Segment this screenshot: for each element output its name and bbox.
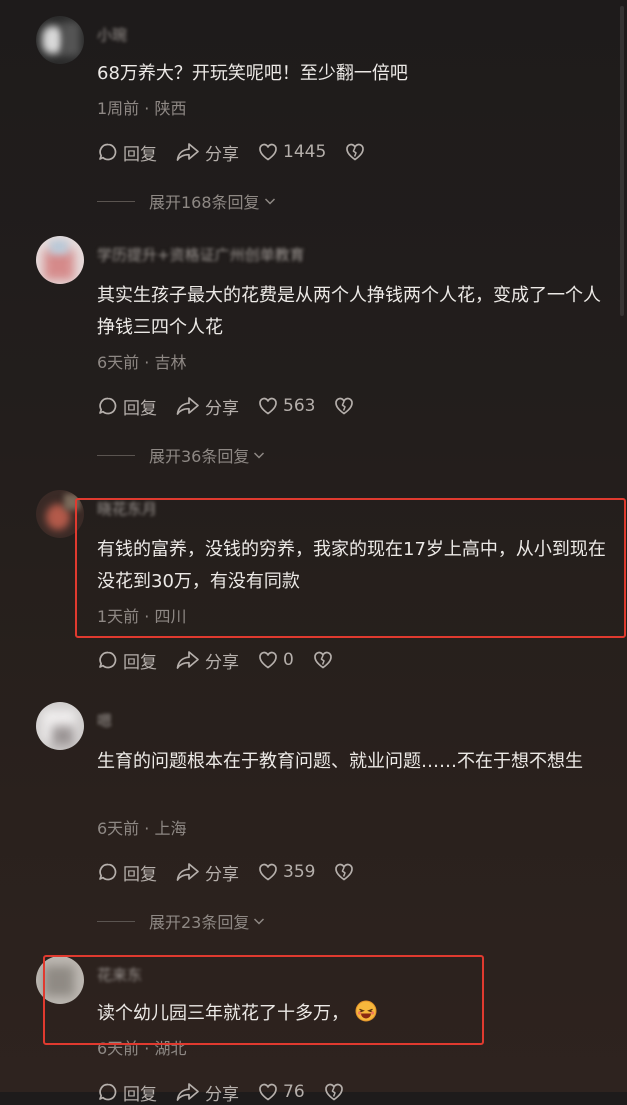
comment-text: 68万养大？开玩笑呢吧！至少翻一倍吧: [97, 63, 408, 84]
comment-username[interactable]: 嗯: [97, 710, 112, 731]
reply-label: 回复: [123, 144, 157, 165]
share-icon: [176, 863, 199, 881]
like-button[interactable]: 76: [257, 1081, 305, 1103]
comment-username[interactable]: 学历提升+资格证广州创单教育: [97, 244, 305, 265]
share-label: 分享: [205, 398, 239, 419]
heart-icon: [259, 651, 277, 669]
divider-line: [97, 920, 135, 922]
comment-meta: 6天前 · 吉林: [97, 353, 187, 372]
avatar[interactable]: [36, 16, 84, 64]
comment-actions: 回复 分享 76: [97, 1079, 367, 1105]
expand-replies-button[interactable]: 展开36条回复: [97, 443, 266, 467]
avatar[interactable]: [36, 702, 84, 750]
comment-meta: 6天前 · 上海: [97, 819, 187, 838]
expand-replies-button[interactable]: 展开168条回复: [97, 189, 277, 213]
share-label: 分享: [205, 1084, 239, 1105]
comment-actions: 回复 分享 359: [97, 859, 377, 885]
broken-heart-icon: [335, 863, 354, 881]
broken-heart-icon: [335, 397, 354, 415]
like-count: 1445: [283, 142, 327, 162]
comment-actions: 回复 分享 563: [97, 393, 377, 419]
comment-actions: 回复 分享 0: [97, 647, 356, 673]
divider-line: [97, 200, 135, 202]
reply-button[interactable]: 回复: [97, 860, 157, 885]
heart-icon: [259, 143, 277, 161]
like-count: 359: [283, 862, 316, 882]
like-count: 563: [283, 396, 316, 416]
heart-icon: [259, 1083, 277, 1101]
heart-icon: [259, 397, 277, 415]
reply-icon: [99, 863, 117, 881]
like-count: 76: [283, 1082, 305, 1102]
expand-replies-label: 展开36条回复: [149, 447, 250, 466]
reply-icon: [99, 651, 117, 669]
share-icon: [176, 143, 199, 161]
dislike-button[interactable]: [323, 1081, 349, 1103]
scrollbar-thumb[interactable]: [620, 6, 624, 316]
divider-line: [97, 454, 135, 456]
share-button[interactable]: 分享: [175, 648, 239, 673]
chevron-down-icon: [254, 452, 265, 459]
share-button[interactable]: 分享: [175, 860, 239, 885]
expand-replies-label: 展开168条回复: [149, 193, 260, 212]
reply-label: 回复: [123, 864, 157, 885]
reply-label: 回复: [123, 398, 157, 419]
chevron-down-icon: [264, 198, 275, 205]
dislike-button[interactable]: [333, 395, 359, 417]
like-button[interactable]: 359: [257, 861, 315, 883]
comment-text: 其实生孩子最大的花费是从两个人挣钱两个人花，变成了一个人挣钱三四个人花: [97, 285, 601, 338]
reply-icon: [99, 397, 117, 415]
share-label: 分享: [205, 652, 239, 673]
broken-heart-icon: [346, 143, 365, 161]
dislike-button[interactable]: [312, 649, 338, 671]
comment-meta: 1周前 · 陕西: [97, 99, 187, 118]
reply-icon: [99, 1083, 117, 1101]
heart-icon: [259, 863, 277, 881]
reply-button[interactable]: 回复: [97, 648, 157, 673]
reply-button[interactable]: 回复: [97, 1080, 157, 1105]
comment-text: 生育的问题根本在于教育问题、就业问题……不在于想不想生: [97, 751, 583, 772]
broken-heart-icon: [324, 1083, 343, 1101]
like-count: 0: [283, 650, 294, 670]
share-button[interactable]: 分享: [175, 140, 239, 165]
like-button[interactable]: 1445: [257, 141, 326, 163]
reply-button[interactable]: 回复: [97, 394, 157, 419]
dislike-button[interactable]: [333, 861, 359, 883]
share-icon: [176, 397, 199, 415]
share-button[interactable]: 分享: [175, 394, 239, 419]
reply-icon: [99, 143, 117, 161]
share-label: 分享: [205, 864, 239, 885]
reply-label: 回复: [123, 1084, 157, 1105]
dislike-button[interactable]: [344, 141, 370, 163]
expand-replies-button[interactable]: 展开23条回复: [97, 909, 266, 933]
comment-actions: 回复 分享 1445: [97, 139, 388, 165]
expand-replies-label: 展开23条回复: [149, 913, 250, 932]
avatar[interactable]: [36, 236, 84, 284]
highlight-box: [75, 498, 626, 638]
reply-button[interactable]: 回复: [97, 140, 157, 165]
share-icon: [176, 651, 199, 669]
broken-heart-icon: [313, 651, 332, 669]
reply-label: 回复: [123, 652, 157, 673]
like-button[interactable]: 0: [257, 649, 294, 671]
chevron-down-icon: [254, 918, 265, 925]
comment-username[interactable]: 小琬: [97, 24, 127, 45]
highlight-box: [43, 955, 484, 1045]
share-icon: [176, 1083, 199, 1101]
share-label: 分享: [205, 144, 239, 165]
share-button[interactable]: 分享: [175, 1080, 239, 1105]
like-button[interactable]: 563: [257, 395, 315, 417]
